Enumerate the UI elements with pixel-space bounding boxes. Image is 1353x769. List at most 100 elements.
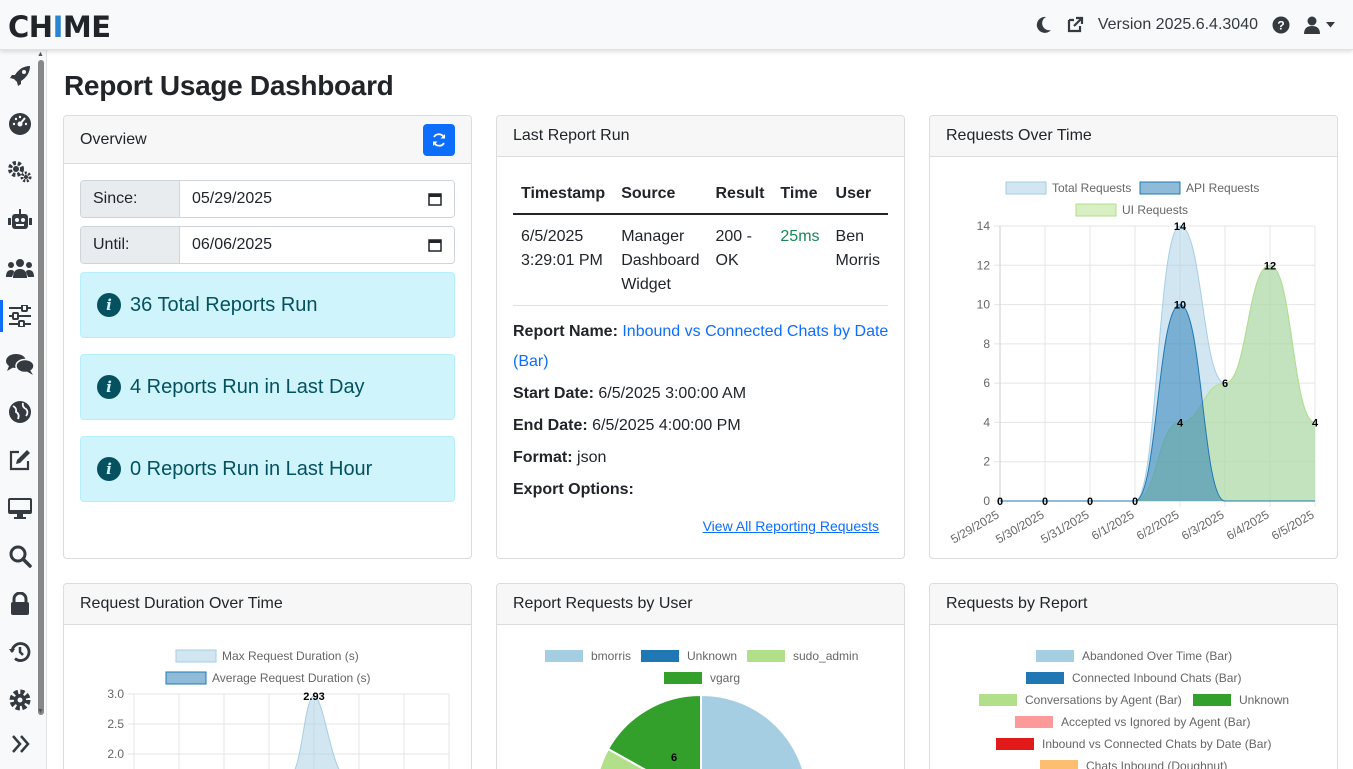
x-tick-label: 6/4/2025 (1224, 507, 1272, 543)
sidebar-item-search[interactable] (0, 536, 40, 576)
since-date-input[interactable]: 05/29/2025 (180, 181, 454, 217)
help-icon[interactable]: ? (1272, 16, 1290, 34)
page-title: Report Usage Dashboard (64, 70, 394, 101)
sidebar-item-users[interactable] (0, 248, 40, 288)
sidebar-item-edit[interactable] (0, 440, 40, 480)
calendar-icon (428, 239, 442, 252)
view-all-requests-link[interactable]: View All Reporting Requests (703, 518, 879, 534)
last-run-table: Timestamp Source Result Time User 6/5/20… (513, 173, 888, 306)
comments-icon (6, 354, 34, 375)
last-day-reports-alert: i 4 Reports Run in Last Day (80, 354, 455, 420)
robot-icon (8, 209, 32, 229)
requests-by-user-card: Report Requests by User bmorris Unknown su… (496, 583, 905, 769)
column-header-user: User (827, 173, 888, 215)
sidebar-item-reports[interactable] (0, 296, 40, 336)
data-label: 6 (1222, 378, 1228, 390)
request-duration-title: Request Duration Over Time (80, 595, 283, 612)
data-label: 0 (1042, 496, 1048, 508)
legend-label: Inbound vs Connected Chats by Date (Bar) (1042, 737, 1271, 751)
data-label: 4 (1312, 417, 1319, 429)
report-name-link[interactable]: Inbound vs Connected Chats by Date (622, 323, 888, 340)
requests-by-user-title: Report Requests by User (513, 595, 693, 612)
legend-swatch (1075, 203, 1117, 217)
report-name-link-cont[interactable]: (Bar) (513, 346, 893, 378)
requests-over-time-chart: Total Requests API Requests UI Requests 0 2 4… (948, 181, 1319, 546)
legend-swatch (545, 650, 583, 662)
cell-source: Manager Dashboard Widget (613, 214, 708, 306)
sidebar-item-globe[interactable] (0, 392, 40, 432)
x-tick-label: 6/2/2025 (1134, 507, 1182, 543)
requests-by-user-chart: bmorris Unknown sudo_adminvgarg 6 (545, 649, 858, 769)
last-report-run-card: Last Report Run Timestamp Source Result … (496, 115, 905, 559)
requests-by-report-title: Requests by Report (946, 595, 1088, 612)
y-tick-label: 14 (977, 219, 991, 233)
sidebar-item-dashboard[interactable] (0, 104, 40, 144)
legend-swatch (1139, 181, 1181, 195)
gears-icon (8, 161, 32, 183)
legend-label: Max Request Duration (s) (222, 649, 359, 663)
refresh-button[interactable] (423, 123, 455, 156)
until-date-input[interactable]: 06/06/2025 (180, 227, 454, 263)
report-details: Report Name: Inbound vs Connected Chats … (513, 316, 893, 506)
data-label: 0 (1132, 496, 1138, 508)
dashboard-gauge-icon (9, 113, 31, 135)
legend-swatch (747, 650, 785, 662)
legend-label: Abandoned Over Time (Bar) (1082, 649, 1232, 663)
sidebar-item-security[interactable] (0, 584, 40, 624)
x-tick-label: 6/3/2025 (1179, 507, 1227, 543)
svg-text:?: ? (1277, 19, 1284, 33)
sidebar-item-bots[interactable] (0, 200, 40, 240)
version-label: Version 2025.6.4.3040 (1097, 16, 1258, 33)
legend-label: Average Request Duration (s) (212, 671, 371, 685)
y-tick-label: 3.0 (107, 687, 124, 701)
legend-label: bmorris (591, 649, 631, 663)
sidebar-item-history[interactable] (0, 632, 40, 672)
since-label: Since: (81, 181, 180, 217)
desktop-icon (8, 498, 32, 519)
data-label: 14 (1174, 221, 1187, 233)
data-label: 12 (1264, 260, 1276, 272)
sidebar-item-chats[interactable] (0, 344, 40, 384)
sidebar-item-rocket[interactable] (0, 56, 40, 96)
sidebar-expand-button[interactable] (10, 733, 36, 759)
since-date-group: Since: 05/29/2025 (80, 180, 455, 218)
sidebar-item-settings-gears[interactable] (0, 152, 40, 192)
lock-icon (11, 592, 29, 615)
legend-label: Unknown (687, 649, 737, 663)
x-tick-label: 6/1/2025 (1089, 507, 1137, 543)
chime-logo[interactable]: CHIME (8, 10, 111, 44)
legend-label: sudo_admin (793, 649, 858, 663)
sidebar-item-settings[interactable] (0, 680, 40, 720)
cell-timestamp: 6/5/2025 3:29:01 PM (513, 214, 614, 306)
request-duration-chart: Max Request Duration (s) Average Request … (107, 649, 450, 769)
info-icon: i (97, 375, 121, 399)
info-icon: i (97, 457, 121, 481)
format-line: Format: json (513, 449, 607, 466)
column-header-source: Source (613, 173, 708, 215)
x-tick-label: 5/31/2025 (1038, 507, 1092, 546)
y-tick-label: 0 (983, 494, 990, 508)
last-report-run-title: Last Report Run (513, 127, 630, 144)
overview-title: Overview (80, 130, 147, 148)
legend-label: Total Requests (1052, 181, 1131, 195)
legend-swatch (996, 738, 1034, 750)
data-label: 2.93 (303, 691, 324, 703)
user-menu-icon[interactable] (1304, 16, 1335, 34)
legend-label: API Requests (1186, 181, 1259, 195)
legend-label: UI Requests (1122, 203, 1188, 217)
legend-swatch (1193, 694, 1231, 706)
edit-icon (9, 450, 30, 471)
legend-swatch (1036, 650, 1074, 662)
legend-swatch (641, 650, 679, 662)
sidebar: ▲ ▼ (0, 50, 47, 769)
sliders-icon (9, 305, 31, 327)
sidebar-item-desktop[interactable] (0, 488, 40, 528)
users-icon (6, 259, 34, 278)
legend-swatch (1040, 760, 1078, 769)
x-tick-label: 5/30/2025 (993, 507, 1047, 546)
legend-swatch (664, 672, 702, 684)
external-link-icon[interactable] (1066, 16, 1084, 34)
y-tick-label: 4 (983, 415, 990, 429)
dark-mode-moon-icon[interactable] (1036, 16, 1052, 34)
total-reports-alert: i 36 Total Reports Run (80, 272, 455, 338)
